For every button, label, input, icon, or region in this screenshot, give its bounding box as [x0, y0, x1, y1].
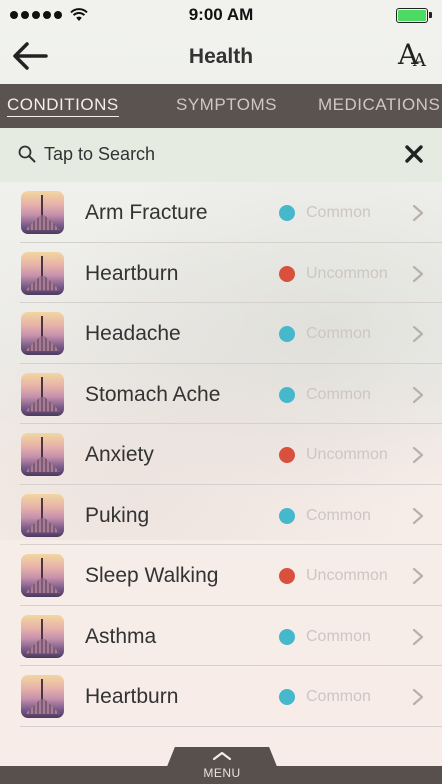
condition-name: Heartburn [85, 261, 179, 285]
frequency-label: Common [306, 688, 371, 705]
font-size-small-letter: A [413, 50, 426, 71]
list-item[interactable]: Puking Common [0, 485, 442, 545]
list-item[interactable]: Asthma Common [0, 606, 442, 666]
frequency-label: Uncommon [306, 264, 388, 282]
condition-thumbnail [21, 433, 64, 476]
tab-conditions[interactable]: Conditions [7, 95, 119, 117]
condition-thumbnail [21, 372, 64, 416]
status-time: 9:00 AM [188, 5, 254, 24]
frequency-dot [279, 447, 295, 463]
chevron-right-icon [412, 567, 424, 585]
condition-name: Sleep Walking [85, 564, 219, 587]
condition-thumbnail [21, 251, 64, 295]
chevron-right-icon [412, 688, 424, 706]
frequency-label: Uncommon [306, 567, 388, 584]
frequency-dot [279, 628, 295, 645]
list-item[interactable]: Arm Fracture Common [0, 182, 442, 243]
search-icon [18, 145, 36, 163]
frequency-label: Uncommon [306, 446, 388, 463]
chevron-right-icon [412, 204, 424, 222]
menu-label: MENU [203, 766, 241, 780]
status-bar: 9:00 AM [0, 0, 442, 30]
chevron-right-icon [412, 325, 424, 343]
chevron-up-icon [212, 751, 232, 761]
list-item[interactable]: Heartburn Common [0, 666, 442, 727]
condition-thumbnail [21, 675, 64, 718]
frequency-dot [279, 568, 295, 584]
condition-name: Headache [85, 322, 181, 345]
tab-medications[interactable]: Medications [318, 95, 440, 115]
condition-thumbnail [21, 554, 64, 597]
condition-thumbnail [21, 191, 64, 234]
frequency-label: Common [306, 204, 371, 221]
frequency-dot [279, 386, 295, 403]
list-item[interactable]: Heartburn Uncommon [0, 243, 442, 303]
chevron-right-icon [412, 386, 424, 403]
frequency-dot [279, 507, 295, 524]
search-bar[interactable]: Tap to Search [0, 128, 442, 182]
page-title: Health [188, 45, 254, 68]
frequency-dot [279, 265, 295, 282]
condition-thumbnail [21, 614, 64, 658]
condition-name: Anxiety [85, 443, 154, 466]
condition-name: Asthma [85, 624, 157, 648]
tab-bar: Conditions Symptoms Medications [0, 84, 442, 128]
condition-name: Puking [85, 503, 150, 527]
row-divider [20, 725, 442, 727]
frequency-label: Common [306, 506, 371, 524]
close-icon[interactable] [404, 144, 424, 164]
condition-name: Heartburn [85, 685, 179, 708]
condition-name: Arm Fracture [85, 201, 208, 224]
menu-button[interactable]: MENU [160, 747, 284, 784]
frequency-label: Common [306, 325, 371, 342]
list-item[interactable]: Headache Common [0, 303, 442, 364]
condition-thumbnail [21, 493, 64, 537]
chevron-right-icon [412, 265, 424, 282]
list-item[interactable]: Sleep Walking Uncommon [0, 545, 442, 606]
font-size-icon[interactable]: A A [398, 38, 428, 74]
chevron-right-icon [412, 446, 424, 464]
condition-thumbnail [21, 312, 64, 355]
chevron-right-icon [412, 507, 424, 524]
frequency-label: Common [306, 385, 371, 403]
arrow-left-icon[interactable] [12, 40, 48, 72]
list-item[interactable]: Anxiety Uncommon [0, 424, 442, 485]
frequency-dot [279, 326, 295, 342]
frequency-dot [279, 205, 295, 221]
condition-name: Stomach Ache [85, 382, 221, 406]
chevron-right-icon [412, 628, 424, 645]
search-input[interactable]: Tap to Search [44, 144, 155, 165]
list-item[interactable]: Stomach Ache Common [0, 364, 442, 424]
nav-header: Health A A [0, 30, 442, 84]
frequency-label: Common [306, 627, 371, 645]
tab-symptoms[interactable]: Symptoms [176, 95, 277, 115]
frequency-dot [279, 689, 295, 705]
